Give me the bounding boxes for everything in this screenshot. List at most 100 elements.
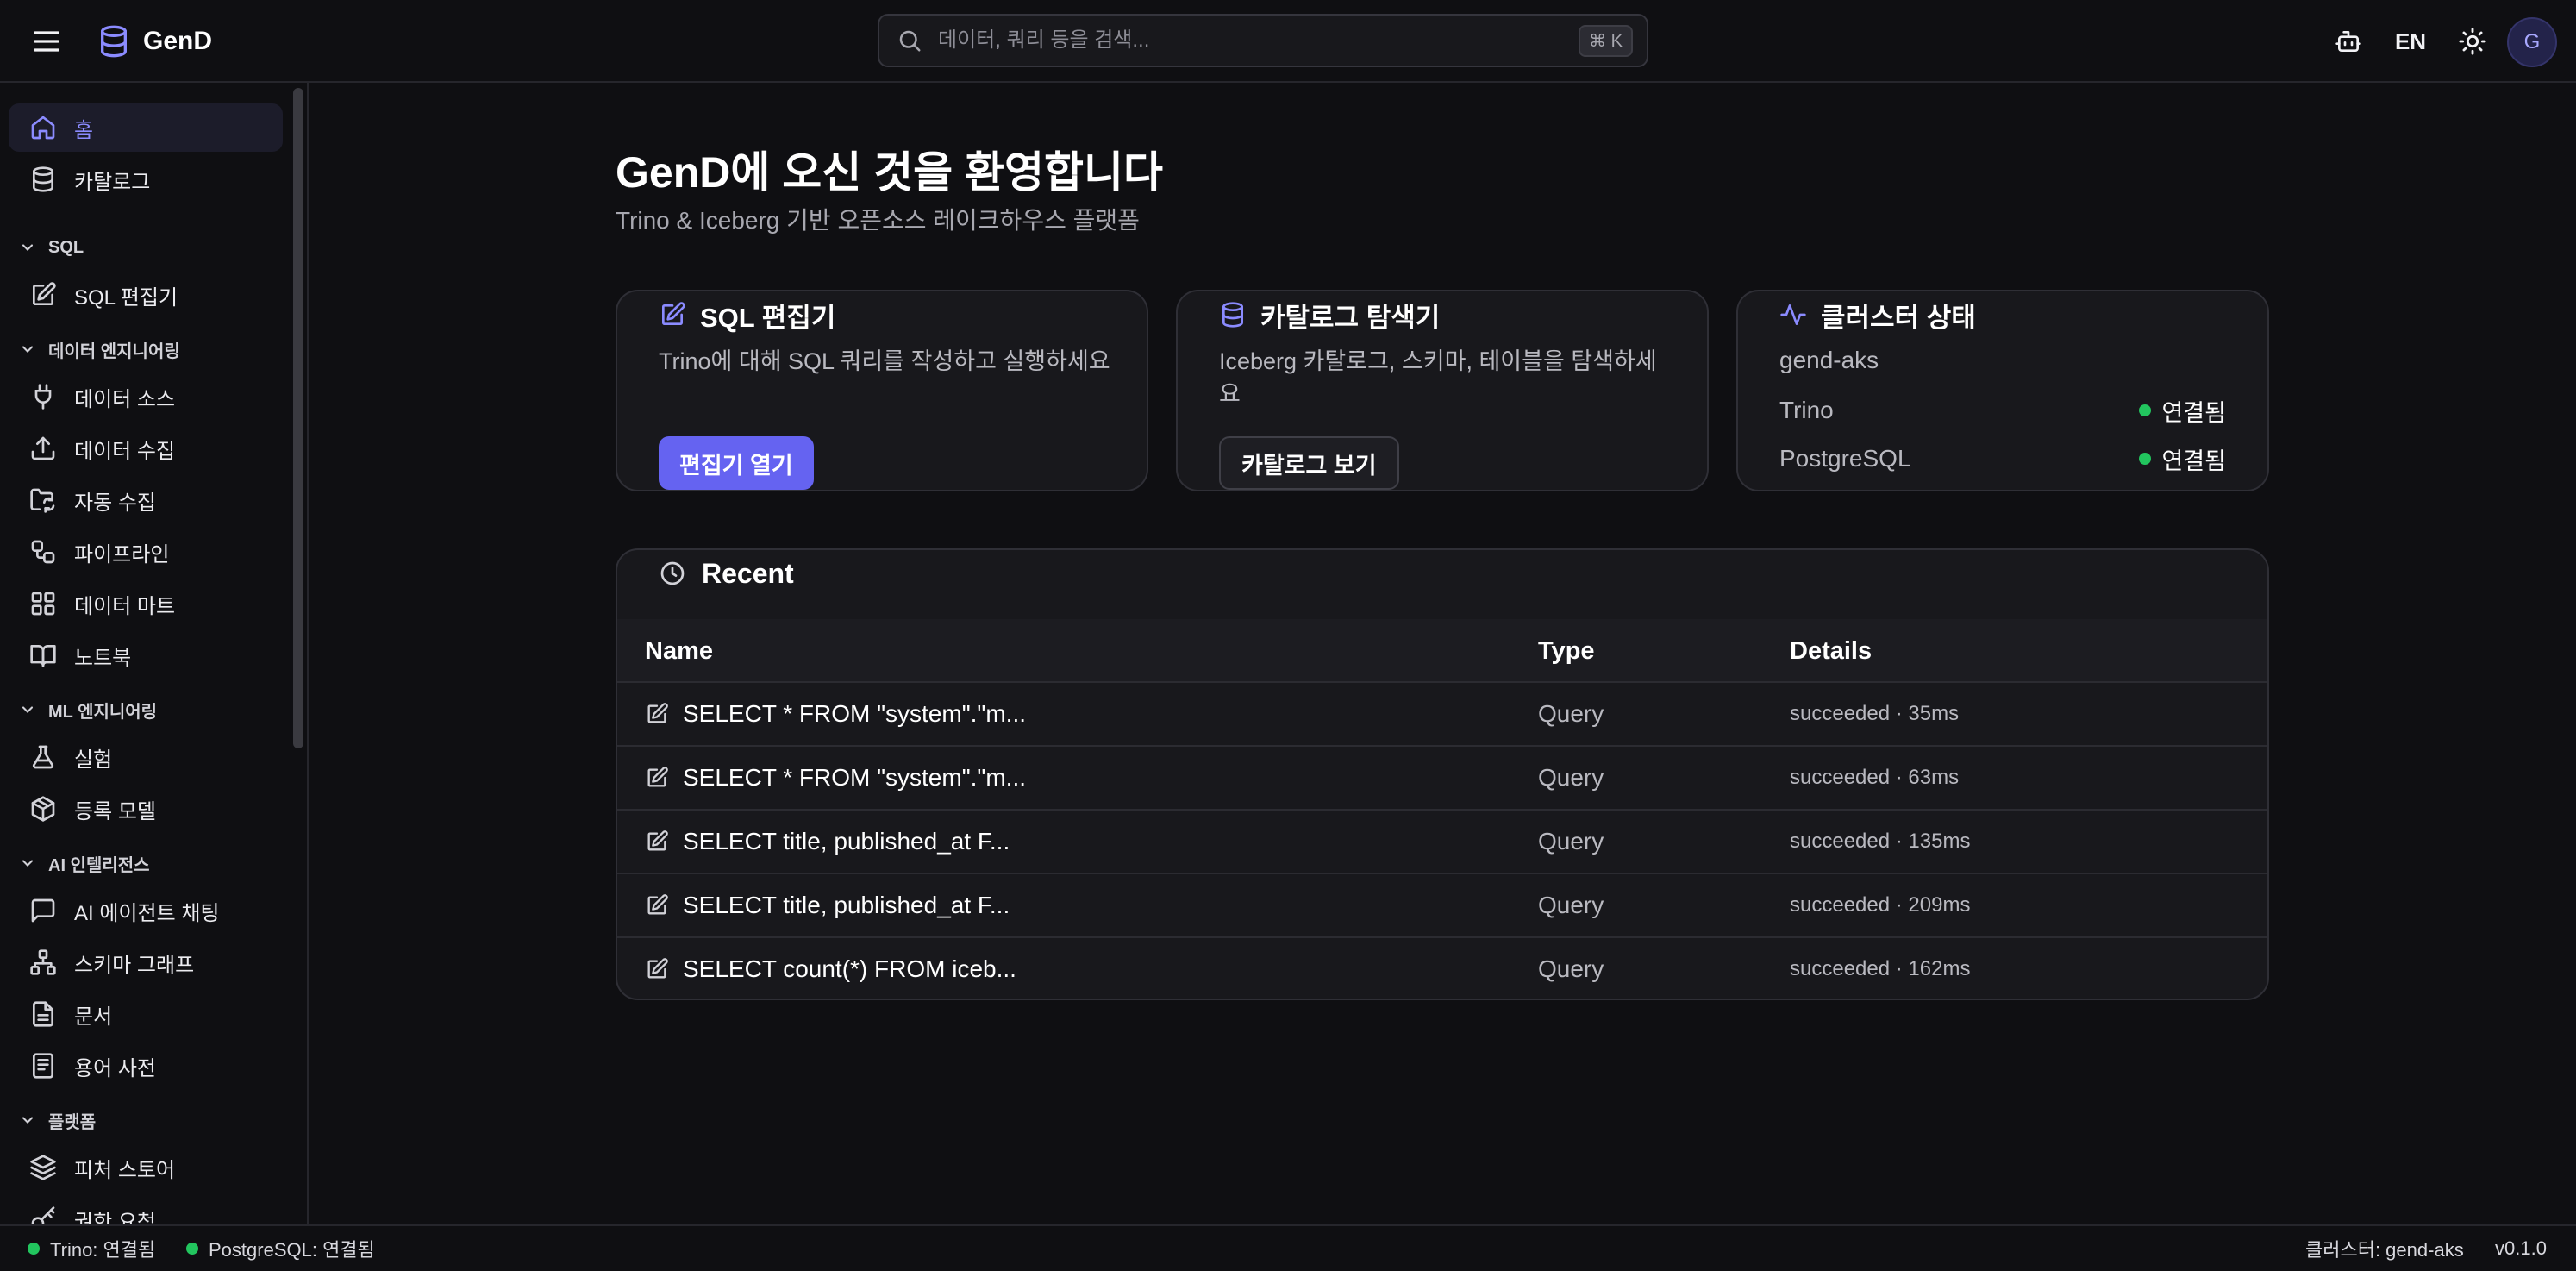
theme-toggle-button[interactable]: [2454, 22, 2492, 60]
sidebar-scrollbar[interactable]: [293, 88, 303, 748]
row-details: succeeded · 35ms: [1790, 702, 1960, 725]
row-name: SELECT count(*) FROM iceb...: [645, 938, 1016, 999]
row-details: succeeded · 162ms: [1790, 957, 1971, 980]
network-icon: [30, 949, 56, 975]
ai-assistant-button[interactable]: [2329, 22, 2367, 60]
sidebar-item-data-ingestion[interactable]: 데이터 수집: [9, 424, 283, 473]
page-subtitle: Trino & Iceberg 기반 오픈소스 레이크하우스 플랫폼: [616, 207, 1140, 234]
activity-icon: [1780, 304, 1806, 325]
flask-icon: [32, 745, 54, 769]
postgres-status: PostgreSQL: 연결됨: [186, 1226, 375, 1271]
row-details: succeeded · 209ms: [1790, 893, 1971, 917]
table-header: Name Type Details: [617, 619, 2267, 683]
recent-header: Recent: [659, 554, 794, 593]
table-row[interactable]: SELECT count(*) FROM iceb... Query succe…: [617, 938, 2267, 999]
card-header: SQL 편집기: [659, 295, 835, 335]
status-badge: 연결됨: [2139, 442, 2226, 476]
status-text: 연결됨: [2161, 448, 2226, 474]
sidebar-section-ai-intelligence[interactable]: AI 인텔리전스: [19, 850, 150, 876]
app-name: GenD: [143, 27, 213, 55]
sidebar-item-pipeline[interactable]: 파이프라인: [9, 528, 283, 576]
row-type: Query: [1538, 828, 1604, 855]
sidebar-item-label: 노트북: [74, 646, 132, 670]
sidebar: 홈 카탈로그 SQL SQL 편집기 데이터 엔지니어링 데이터 소스 데이터 …: [0, 83, 309, 1224]
sidebar-item-label: 홈: [74, 118, 94, 142]
column-header-name[interactable]: Name: [645, 619, 713, 683]
sidebar-section-data-engineering[interactable]: 데이터 엔지니어링: [19, 336, 180, 362]
sidebar-item-sql-editor[interactable]: SQL 편집기: [9, 271, 283, 319]
sidebar-item-feature-store[interactable]: 피처 스토어: [9, 1143, 283, 1192]
sidebar-item-catalog[interactable]: 카탈로그: [9, 155, 283, 203]
table-row[interactable]: SELECT title, published_at F... Query su…: [617, 874, 2267, 938]
sidebar-section-ml-engineering[interactable]: ML 엔지니어링: [19, 697, 157, 723]
query-text: SELECT * FROM "system"."m...: [683, 700, 1027, 727]
sidebar-item-registered-models[interactable]: 등록 모델: [9, 785, 283, 833]
row-details: succeeded · 135ms: [1790, 830, 1971, 853]
card-header: 카탈로그 탐색기: [1219, 295, 1440, 335]
home-icon: [31, 116, 55, 140]
open-editor-button[interactable]: 편집기 열기: [659, 436, 814, 490]
sidebar-item-notebook[interactable]: 노트북: [9, 631, 283, 679]
chevron-down-icon: [22, 1117, 34, 1124]
status-bar: Trino: 연결됨 PostgreSQL: 연결됨 클러스터: gend-ak…: [0, 1224, 2576, 1271]
sidebar-item-data-mart[interactable]: 데이터 마트: [9, 579, 283, 628]
status-dot: [28, 1243, 40, 1255]
menu-toggle-button[interactable]: [29, 24, 64, 59]
sidebar-item-label: 등록 모델: [74, 799, 156, 823]
table-row[interactable]: SELECT * FROM "system"."m... Query succe…: [617, 747, 2267, 811]
package-icon: [31, 796, 55, 822]
sidebar-item-schema-graph[interactable]: 스키마 그래프: [9, 938, 283, 986]
chevron-down-icon: [22, 706, 34, 713]
sun-icon: [2459, 28, 2486, 55]
sidebar-item-documents[interactable]: 문서: [9, 990, 283, 1038]
chevron-down-icon: [22, 860, 34, 867]
edit-icon: [647, 894, 668, 915]
cluster-name: gend-aks: [1779, 347, 1879, 373]
sidebar-item-access-request[interactable]: 권한 요청: [9, 1195, 283, 1224]
search-bar[interactable]: ⌘ K: [878, 14, 1648, 67]
table-row[interactable]: SELECT * FROM "system"."m... Query succe…: [617, 683, 2267, 747]
chevron-down-icon: [22, 346, 34, 353]
status-badge: 연결됨: [2139, 394, 2226, 428]
status-text: 연결됨: [2161, 399, 2226, 426]
bot-icon: [2335, 31, 2361, 52]
language-toggle-button[interactable]: EN: [2392, 22, 2429, 60]
trino-status-text: Trino: 연결됨: [50, 1239, 156, 1261]
edit-icon: [647, 830, 668, 851]
sidebar-item-glossary[interactable]: 용어 사전: [9, 1042, 283, 1090]
sidebar-section-platform[interactable]: 플랫폼: [19, 1107, 96, 1133]
sidebar-item-label: 실험: [74, 748, 113, 772]
sidebar-item-home[interactable]: 홈: [9, 103, 283, 152]
sidebar-item-ai-agent-chat[interactable]: AI 에이전트 채팅: [9, 886, 283, 935]
table-row[interactable]: SELECT title, published_at F... Query su…: [617, 811, 2267, 874]
column-header-details[interactable]: Details: [1790, 619, 1872, 683]
sidebar-item-data-sources[interactable]: 데이터 소스: [9, 373, 283, 421]
user-avatar[interactable]: G: [2507, 17, 2557, 67]
brand[interactable]: GenD: [97, 21, 212, 62]
book-icon: [30, 645, 56, 667]
service-name: Trino: [1779, 397, 1834, 423]
column-header-type[interactable]: Type: [1538, 619, 1595, 683]
query-text: SELECT title, published_at F...: [683, 828, 1010, 855]
database-icon: [1222, 302, 1243, 328]
sidebar-item-label: 자동 수집: [74, 491, 156, 515]
card-header: 클러스터 상태: [1779, 295, 1976, 335]
view-catalog-button[interactable]: 카탈로그 보기: [1219, 436, 1399, 490]
sidebar-item-label: 권한 요청: [74, 1210, 156, 1225]
glossary-icon: [33, 1053, 53, 1079]
folder-sync-icon: [30, 488, 55, 513]
sidebar-item-auto-ingestion[interactable]: 자동 수집: [9, 476, 283, 524]
row-type: Query: [1538, 700, 1604, 727]
search-input[interactable]: [938, 28, 1579, 53]
row-type: Query: [1538, 892, 1604, 918]
sidebar-item-label: 파이프라인: [74, 542, 170, 567]
cluster-status-card: 클러스터 상태 gend-aks Trino 연결됨 PostgreSQL 연결…: [1736, 290, 2269, 491]
workflow-icon: [31, 540, 55, 564]
version-text: v0.1.0: [2495, 1237, 2547, 1259]
row-type: Query: [1538, 955, 1604, 982]
row-details: succeeded · 63ms: [1790, 766, 1960, 789]
sidebar-section-sql[interactable]: SQL: [19, 235, 84, 260]
edit-icon: [647, 767, 668, 787]
card-description: Iceberg 카탈로그, 스키마, 테이블을 탐색하세요: [1219, 348, 1657, 407]
sidebar-item-experiments[interactable]: 실험: [9, 733, 283, 781]
